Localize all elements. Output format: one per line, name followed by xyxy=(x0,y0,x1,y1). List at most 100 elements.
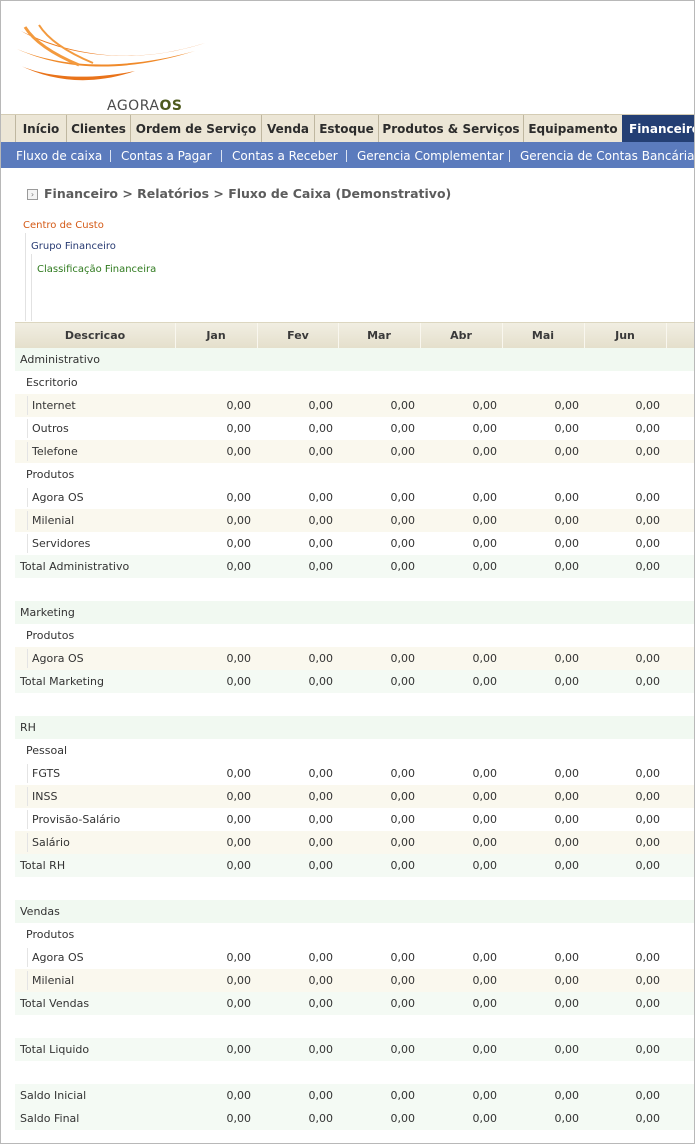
value-cell: 0,00 xyxy=(226,537,252,550)
value-cell: 0,00 xyxy=(308,1112,334,1125)
value-cell: 0,00 xyxy=(635,951,661,964)
value-cell: 0,00 xyxy=(390,1112,416,1125)
value-cell: 0,00 xyxy=(390,537,416,550)
value-cell: 0,00 xyxy=(472,560,498,573)
subnav-gerencia-contas-bancarias[interactable]: Gerencia de Contas Bancárias xyxy=(520,142,694,168)
breadcrumb-arrow-icon: › xyxy=(27,189,38,200)
value-cell: 0,00 xyxy=(308,1043,334,1056)
value-cell: 0,00 xyxy=(390,491,416,504)
value-cell: 0,00 xyxy=(554,767,580,780)
value-cell: 0,00 xyxy=(308,491,334,504)
table-header: Descricao Jan Fev Mar Abr Mai Jun xyxy=(15,322,694,349)
value-cell: 0,00 xyxy=(226,422,252,435)
legend-grupo-financeiro: Grupo Financeiro xyxy=(31,241,116,252)
value-cell: 0,00 xyxy=(390,1043,416,1056)
total-row: Total RH 0,00 0,00 0,00 0,00 0,00 0,00 xyxy=(15,854,694,877)
item-row: Telefone 0,00 0,00 0,00 0,00 0,00 0,00 xyxy=(15,440,694,463)
subgroup-row: Escritorio xyxy=(15,371,694,394)
spacer-row xyxy=(15,877,694,900)
row-description: Telefone xyxy=(32,445,78,458)
subnav-separator xyxy=(110,150,111,162)
row-description: Pessoal xyxy=(26,744,67,757)
total-row: Total Administrativo 0,00 0,00 0,00 0,00 0,00… xyxy=(15,555,694,578)
value-cell: 0,00 xyxy=(472,652,498,665)
row-description: Agora OS xyxy=(32,951,84,964)
value-cell: 0,00 xyxy=(226,1112,252,1125)
value-cell: 0,00 xyxy=(390,813,416,826)
subnav-contas-a-receber[interactable]: Contas a Receber xyxy=(232,142,338,168)
value-cell: 0,00 xyxy=(635,1043,661,1056)
nav-financeiro[interactable]: Financeiro xyxy=(622,115,694,142)
subnav-separator xyxy=(221,150,222,162)
indent-guide xyxy=(27,833,28,852)
value-cell: 0,00 xyxy=(554,974,580,987)
value-cell: 0,00 xyxy=(554,813,580,826)
value-cell: 0,00 xyxy=(554,951,580,964)
value-cell: 0,00 xyxy=(635,422,661,435)
value-cell: 0,00 xyxy=(472,537,498,550)
logo-wordmark: AGORAOS xyxy=(107,98,183,114)
legend-guide-line xyxy=(31,254,32,321)
subnav-fluxo-de-caixa[interactable]: Fluxo de caixa xyxy=(16,142,102,168)
value-cell: 0,00 xyxy=(554,997,580,1010)
value-cell: 0,00 xyxy=(554,1043,580,1056)
value-cell: 0,00 xyxy=(635,1112,661,1125)
value-cell: 0,00 xyxy=(635,399,661,412)
value-cell: 0,00 xyxy=(226,813,252,826)
value-cell: 0,00 xyxy=(308,997,334,1010)
nav-clientes[interactable]: Clientes xyxy=(66,115,130,142)
subnav-gerencia-complementar[interactable]: Gerencia Complementar xyxy=(357,142,504,168)
nav-equipamento[interactable]: Equipamento xyxy=(523,115,622,142)
nav-ordem-de-servico[interactable]: Ordem de Serviço xyxy=(130,115,261,142)
value-cell: 0,00 xyxy=(308,951,334,964)
value-cell: 0,00 xyxy=(390,445,416,458)
value-cell: 0,00 xyxy=(390,790,416,803)
spacer-row xyxy=(15,1015,694,1038)
subgroup-row: Produtos xyxy=(15,923,694,946)
row-description: Agora OS xyxy=(32,652,84,665)
value-cell: 0,00 xyxy=(635,514,661,527)
nav-inicio[interactable]: Início xyxy=(15,115,66,142)
item-row: Servidores 0,00 0,00 0,00 0,00 0,00 0,00 xyxy=(15,532,694,555)
value-cell: 0,00 xyxy=(226,445,252,458)
value-cell: 0,00 xyxy=(472,836,498,849)
value-cell: 0,00 xyxy=(226,767,252,780)
value-cell: 0,00 xyxy=(390,767,416,780)
value-cell: 0,00 xyxy=(390,951,416,964)
value-cell: 0,00 xyxy=(472,1043,498,1056)
column-separator xyxy=(666,323,667,349)
nav-venda[interactable]: Venda xyxy=(261,115,314,142)
value-cell: 0,00 xyxy=(226,1043,252,1056)
value-cell: 0,00 xyxy=(554,652,580,665)
value-cell: 0,00 xyxy=(554,537,580,550)
indent-guide xyxy=(27,396,28,415)
value-cell: 0,00 xyxy=(635,675,661,688)
total-row: Total Marketing 0,00 0,00 0,00 0,00 0,00 0,00 xyxy=(15,670,694,693)
row-description: RH xyxy=(20,721,36,734)
value-cell: 0,00 xyxy=(308,859,334,872)
row-description: Produtos xyxy=(26,928,75,941)
row-description: Saldo Inicial xyxy=(20,1089,87,1102)
indent-guide xyxy=(27,649,28,668)
row-description: Administrativo xyxy=(20,353,101,366)
value-cell: 0,00 xyxy=(390,399,416,412)
value-cell: 0,00 xyxy=(308,399,334,412)
row-description: Total Administrativo xyxy=(20,560,130,573)
column-header-jan: Jan xyxy=(206,329,226,342)
subnav-contas-a-pagar[interactable]: Contas a Pagar xyxy=(121,142,212,168)
value-cell: 0,00 xyxy=(226,652,252,665)
nav-estoque[interactable]: Estoque xyxy=(314,115,378,142)
value-cell: 0,00 xyxy=(472,951,498,964)
agora-os-logo[interactable]: AGORAOS xyxy=(15,21,215,114)
value-cell: 0,00 xyxy=(472,790,498,803)
value-cell: 0,00 xyxy=(390,675,416,688)
row-description: Outros xyxy=(32,422,69,435)
subnav-separator xyxy=(509,150,510,162)
nav-produtos-servicos[interactable]: Produtos & Serviços xyxy=(378,115,523,142)
value-cell: 0,00 xyxy=(472,1112,498,1125)
value-cell: 0,00 xyxy=(226,1089,252,1102)
item-row: Outros 0,00 0,00 0,00 0,00 0,00 0,00 xyxy=(15,417,694,440)
row-description: Produtos xyxy=(26,468,75,481)
group-row: Administrativo xyxy=(15,348,694,371)
value-cell: 0,00 xyxy=(308,652,334,665)
